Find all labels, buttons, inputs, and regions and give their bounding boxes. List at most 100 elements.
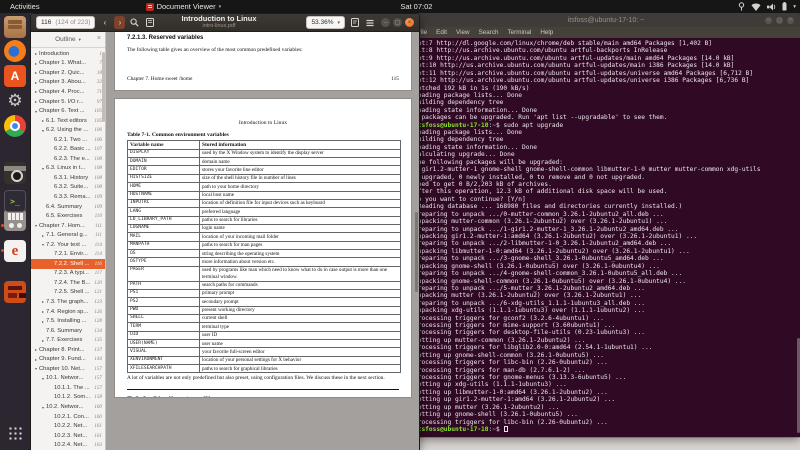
dock-item-settings[interactable]: ⚙: [4, 90, 26, 112]
outline-item[interactable]: 10.1.1. The ... 157: [31, 383, 105, 393]
history-forward-button[interactable]: ›: [114, 16, 126, 29]
outline-item-label: 6.2. Using the ...: [46, 127, 89, 134]
menu-item[interactable]: Help: [540, 29, 553, 36]
outline-item[interactable]: ▾ Chapter 7. Hom... 111: [31, 221, 105, 231]
outline-item[interactable]: 6.3.2. Suite... 108: [31, 183, 105, 193]
outline-page-number: 106: [94, 136, 102, 143]
dock-item-evince[interactable]: e: [4, 240, 26, 262]
search-icon[interactable]: [129, 16, 140, 29]
dock-item-firefox[interactable]: [4, 40, 26, 62]
terminal-window: itsfoss@ubuntu-17-10: ~ – ▢ × File Edit Vi…: [412, 13, 800, 437]
terminal-line: Unpacking mutter-common (3.26.1-2ubuntu2…: [414, 218, 668, 226]
close-sidebar-icon[interactable]: ×: [97, 35, 101, 42]
outline-item[interactable]: 6.2.2. Basic ... 107: [31, 144, 105, 154]
outline-item[interactable]: ▾ 7.2. Your text ... 114: [31, 240, 105, 250]
outline-item[interactable]: ▾ 10.1. Networ... 157: [31, 374, 105, 384]
clock[interactable]: Sat 07:02: [400, 2, 432, 11]
page-number-input[interactable]: 116: [41, 19, 51, 26]
outline-item[interactable]: 7.2.4. The B... 120: [31, 278, 105, 288]
outline-item[interactable]: ▸ 7.1. General g... 111: [31, 230, 105, 240]
outline-item[interactable]: 6.4. Summary 109: [31, 202, 105, 212]
table-row: MANPATH paths to search for man pages: [127, 240, 401, 251]
zoom-control[interactable]: 53.36% ▾: [306, 16, 345, 29]
outline-item[interactable]: 10.1.2. Som... 158: [31, 393, 105, 403]
outline-item-label: 10.2.1. Con...: [54, 413, 89, 420]
show-applications-button[interactable]: [8, 426, 22, 440]
outline-item[interactable]: ▸ 6.1. Text editors 105: [31, 116, 105, 126]
dock-item-terminal[interactable]: >_: [4, 190, 26, 212]
terminal-line: Calculating upgrade... Done: [414, 151, 515, 159]
minimize-button[interactable]: –: [765, 16, 772, 24]
outline-item[interactable]: 7.2.5. Shell ... 121: [31, 288, 105, 298]
menu-item[interactable]: View: [456, 29, 470, 36]
outline-item[interactable]: ▾ 6.3. Linux in t... 108: [31, 164, 105, 174]
outline-item[interactable]: ▸ Chapter 5. I/O r... 97: [31, 97, 105, 107]
sidebar-mode-dropdown[interactable]: Outline ▾ ×: [31, 32, 105, 48]
menu-item[interactable]: Search: [479, 29, 499, 36]
close-button[interactable]: ×: [405, 18, 414, 27]
outline-item[interactable]: ▸ Chapter 3. Abou... 32: [31, 78, 105, 88]
dock-item-files[interactable]: [4, 16, 26, 38]
annotations-icon[interactable]: [349, 16, 360, 29]
outline-item[interactable]: 10.2.1. Con... 160: [31, 412, 105, 422]
activities-button[interactable]: Activities: [0, 0, 50, 13]
outline-item[interactable]: ▾ 6.2. Using the ... 106: [31, 125, 105, 135]
outline-item[interactable]: 7.2.3. A typi... 117: [31, 269, 105, 279]
outline-item[interactable]: ▸ Chapter 8. Print... 137: [31, 345, 105, 355]
outline-item[interactable]: ▸ Chapter 1. What... 7: [31, 59, 105, 69]
outline-item[interactable]: ▸ 7.5. Installing ... 128: [31, 316, 105, 326]
outline-item-label: 7.3. The graph...: [46, 298, 89, 305]
outline-item[interactable]: ▸ 7.3. The graph... 123: [31, 297, 105, 307]
outline-page-number: 108: [94, 174, 102, 181]
outline-item-label: 7.2.4. The B...: [54, 279, 91, 286]
outline-item[interactable]: 10.2.3. Net... 161: [31, 431, 105, 441]
dock-item-ubuntu-software[interactable]: A: [4, 65, 26, 87]
outline-item[interactable]: 7.6. Summary 134: [31, 326, 105, 336]
dock-item-tweaks[interactable]: [4, 209, 26, 231]
side-pane-toggle-icon[interactable]: [144, 16, 155, 29]
app-menu[interactable]: Document Viewer ▾: [145, 0, 221, 13]
outline-item-label: 6.3.2. Suite...: [54, 184, 89, 191]
outline-item[interactable]: 6.5. Exercises 110: [31, 211, 105, 221]
outline-item[interactable]: 6.3.1. History 108: [31, 173, 105, 183]
maximize-button[interactable]: ▢: [776, 16, 783, 24]
outline-item-label: Chapter 7. Hom...: [39, 222, 85, 229]
table-row: PS2 secondary prompt: [127, 297, 401, 307]
outline-item[interactable]: ▸ 7.7. Exercises 135: [31, 335, 105, 345]
sidebar-scrollbar[interactable]: [102, 52, 105, 122]
close-button[interactable]: ×: [787, 16, 794, 24]
outline-item[interactable]: ▾ Chapter 10. Net... 157: [31, 364, 105, 374]
system-status-menu[interactable]: ▾: [738, 0, 796, 13]
outline-item[interactable]: 10.2.4. Net... 163: [31, 440, 105, 450]
outline-item[interactable]: ▾ 10.2. Networ... 160: [31, 402, 105, 412]
dock-item-screenshot[interactable]: [4, 162, 26, 184]
outline-item[interactable]: 7.2.1. Envir... 114: [31, 249, 105, 259]
outline-page-number: 161: [94, 432, 102, 439]
outline-item[interactable]: 6.3.3. Rema... 109: [31, 192, 105, 202]
dock-item-chrome[interactable]: [4, 115, 26, 137]
outline-item[interactable]: 10.2.2. Net... 161: [31, 421, 105, 431]
outline-item[interactable]: 6.2.3. The e... 108: [31, 154, 105, 164]
menu-item[interactable]: Edit: [436, 29, 447, 36]
outline-item[interactable]: 6.2.1. Two ... 106: [31, 135, 105, 145]
outline-item[interactable]: 7.2.2. Shell ... 116: [31, 259, 105, 269]
document-scrollbar[interactable]: [415, 212, 418, 292]
hamburger-menu-icon[interactable]: [364, 16, 375, 29]
page-number-control[interactable]: 116 (124 of 223): [36, 16, 96, 29]
outline-item[interactable]: ▸ Chapter 2. Quic... 18: [31, 68, 105, 78]
minimize-button[interactable]: –: [381, 18, 390, 27]
dock-item-orange-app[interactable]: [4, 281, 26, 303]
terminal-line: Setting up gir1.2-mutter-1:amd64 (3.26.1…: [414, 396, 616, 404]
outline-item[interactable]: ▸ Chapter 4. Proc... 71: [31, 87, 105, 97]
outline-item[interactable]: ▾ Chapter 6. Text ... 105: [31, 106, 105, 116]
outline-item[interactable]: ▸ Chapter 9. Fund... 144: [31, 355, 105, 365]
outline-item[interactable]: ▸ Introduction 1: [31, 49, 105, 59]
outline-item-label: 10.1.2. Som...: [54, 394, 91, 401]
outline-item-label: 6.1. Text editors: [46, 117, 87, 124]
menu-item[interactable]: Terminal: [508, 29, 532, 36]
terminal-titlebar[interactable]: itsfoss@ubuntu-17-10: ~ – ▢ ×: [412, 13, 800, 27]
outline-item[interactable]: ▸ 7.4. Region sp... 126: [31, 307, 105, 317]
terminal-line: Setting up gnome-shell-common (3.26.1-0u…: [414, 351, 604, 359]
maximize-button[interactable]: ▢: [393, 18, 402, 27]
history-back-button[interactable]: ‹: [99, 16, 110, 29]
